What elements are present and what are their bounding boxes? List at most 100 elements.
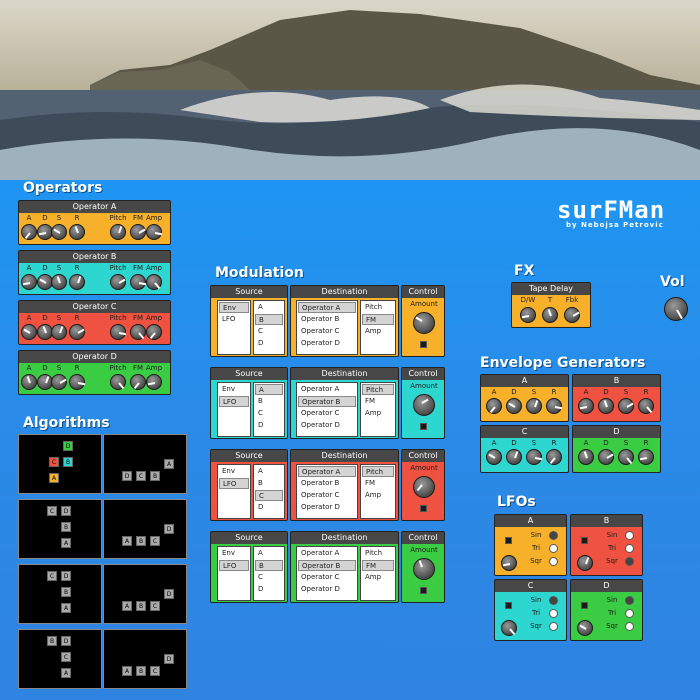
lfo-enable-button[interactable] — [581, 537, 588, 544]
lfo-rate-knob[interactable] — [501, 620, 517, 636]
algorithm-preset[interactable]: ABCD — [103, 499, 187, 559]
amount-knob[interactable] — [413, 312, 435, 334]
operator-knob[interactable] — [51, 274, 67, 290]
param-item[interactable]: Pitch — [362, 302, 394, 313]
source-op-item[interactable]: A — [255, 384, 283, 395]
destination-item[interactable]: Operator B — [298, 560, 356, 571]
lfo-enable-button[interactable] — [581, 602, 588, 609]
envelope-knob[interactable] — [598, 449, 614, 465]
algorithm-preset[interactable]: CDBA — [18, 564, 102, 624]
algorithm-preset[interactable]: ABCD — [103, 629, 187, 689]
envelope-knob[interactable] — [598, 398, 614, 414]
operator-knob[interactable] — [69, 374, 86, 390]
envelope-knob[interactable] — [546, 398, 563, 414]
algorithm-preset[interactable]: DBCA — [18, 434, 102, 494]
operator-knob[interactable] — [130, 274, 147, 290]
mod-enable-button[interactable] — [420, 505, 427, 512]
operator-knob[interactable] — [146, 274, 162, 290]
source-op-item[interactable]: C — [255, 572, 283, 583]
source-item[interactable]: Env — [219, 466, 249, 477]
mod-enable-button[interactable] — [420, 587, 427, 594]
lfo-rate-knob[interactable] — [577, 620, 593, 636]
lfo-enable-button[interactable] — [505, 537, 512, 544]
source-op-item[interactable]: A — [255, 466, 283, 477]
envelope-knob[interactable] — [638, 398, 654, 414]
lfo-wave-radio[interactable] — [549, 596, 558, 605]
param-item[interactable]: FM — [362, 478, 394, 489]
destination-item[interactable]: Operator A — [298, 548, 356, 559]
lfo-wave-radio[interactable] — [625, 557, 634, 566]
destination-item[interactable]: Operator D — [298, 338, 356, 349]
envelope-knob[interactable] — [578, 398, 594, 414]
param-item[interactable]: FM — [362, 560, 394, 571]
envelope-knob[interactable] — [546, 449, 562, 465]
source-op-item[interactable]: A — [255, 302, 283, 313]
operator-knob[interactable] — [146, 374, 162, 390]
source-op-item[interactable]: B — [255, 396, 283, 407]
envelope-knob[interactable] — [486, 449, 502, 465]
destination-item[interactable]: Operator A — [298, 384, 356, 395]
source-op-item[interactable]: A — [255, 548, 283, 559]
source-op-item[interactable]: B — [255, 314, 283, 325]
operator-knob[interactable] — [110, 224, 126, 240]
lfo-wave-radio[interactable] — [625, 596, 634, 605]
param-item[interactable]: Amp — [362, 490, 394, 501]
destination-item[interactable]: Operator B — [298, 478, 356, 489]
lfo-wave-radio[interactable] — [549, 531, 558, 540]
envelope-knob[interactable] — [638, 449, 654, 465]
destination-item[interactable]: Operator A — [298, 302, 356, 313]
operator-knob[interactable] — [51, 224, 67, 240]
operator-knob[interactable] — [110, 324, 127, 340]
source-item[interactable]: Env — [219, 384, 249, 395]
destination-item[interactable]: Operator B — [298, 396, 356, 407]
envelope-knob[interactable] — [618, 398, 634, 414]
source-item[interactable]: LFO — [219, 314, 249, 325]
source-item[interactable]: LFO — [219, 478, 249, 489]
destination-item[interactable]: Operator C — [298, 572, 356, 583]
lfo-wave-radio[interactable] — [549, 544, 558, 553]
mod-enable-button[interactable] — [420, 423, 427, 430]
param-item[interactable]: Amp — [362, 408, 394, 419]
fx-knob[interactable] — [564, 307, 580, 323]
source-op-item[interactable]: B — [255, 478, 283, 489]
param-item[interactable]: Pitch — [362, 384, 394, 395]
source-item[interactable]: Env — [219, 548, 249, 559]
destination-item[interactable]: Operator B — [298, 314, 356, 325]
lfo-rate-knob[interactable] — [501, 555, 517, 571]
param-item[interactable]: Pitch — [362, 548, 394, 559]
param-item[interactable]: Amp — [362, 572, 394, 583]
operator-knob[interactable] — [21, 274, 37, 290]
destination-item[interactable]: Operator C — [298, 408, 356, 419]
algorithm-preset[interactable]: ABCD — [103, 564, 187, 624]
source-op-item[interactable]: D — [255, 338, 283, 349]
operator-knob[interactable] — [146, 224, 163, 240]
lfo-rate-knob[interactable] — [577, 555, 593, 571]
lfo-wave-radio[interactable] — [625, 609, 634, 618]
source-op-item[interactable]: C — [255, 326, 283, 337]
operator-knob[interactable] — [110, 274, 126, 290]
operator-knob[interactable] — [69, 274, 85, 290]
operator-knob[interactable] — [69, 224, 85, 240]
operator-knob[interactable] — [130, 224, 146, 240]
lfo-wave-radio[interactable] — [549, 557, 558, 566]
algorithm-preset[interactable]: DCBA — [103, 434, 187, 494]
operator-knob[interactable] — [21, 324, 37, 340]
mod-enable-button[interactable] — [420, 341, 427, 348]
destination-item[interactable]: Operator D — [298, 502, 356, 513]
envelope-knob[interactable] — [526, 449, 543, 465]
destination-item[interactable]: Operator C — [298, 490, 356, 501]
operator-knob[interactable] — [130, 324, 146, 340]
source-item[interactable]: LFO — [219, 560, 249, 571]
operator-knob[interactable] — [51, 374, 67, 390]
operator-knob[interactable] — [21, 224, 37, 240]
source-op-item[interactable]: B — [255, 560, 283, 571]
destination-item[interactable]: Operator A — [298, 466, 356, 477]
operator-knob[interactable] — [69, 324, 85, 340]
param-item[interactable]: Amp — [362, 326, 394, 337]
param-item[interactable]: FM — [362, 314, 394, 325]
operator-knob[interactable] — [130, 374, 146, 390]
envelope-knob[interactable] — [506, 449, 522, 465]
source-op-item[interactable]: C — [255, 490, 283, 501]
source-op-item[interactable]: D — [255, 420, 283, 431]
envelope-knob[interactable] — [526, 398, 542, 414]
